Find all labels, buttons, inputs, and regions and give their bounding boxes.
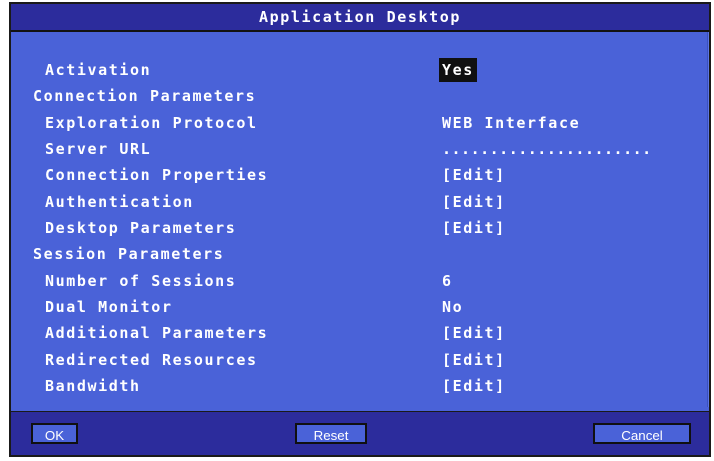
dual-monitor-label: Dual Monitor	[45, 298, 173, 316]
authentication-label: Authentication	[45, 193, 194, 211]
connection-parameters-heading: Connection Parameters	[33, 87, 257, 105]
bandwidth-row[interactable]: Bandwidth [Edit]	[11, 373, 709, 399]
session-parameters-section: Session Parameters	[11, 241, 709, 267]
dialog-title: Application Desktop	[11, 4, 709, 32]
cancel-button[interactable]: Cancel	[593, 423, 691, 444]
bandwidth-edit[interactable]: [Edit]	[442, 373, 506, 399]
connection-properties-label: Connection Properties	[45, 166, 269, 184]
additional-parameters-edit[interactable]: [Edit]	[442, 320, 506, 346]
activation-label: Activation	[45, 61, 152, 79]
desktop-parameters-edit[interactable]: [Edit]	[442, 215, 506, 241]
activation-row[interactable]: Activation Yes	[11, 57, 709, 83]
connection-parameters-section: Connection Parameters	[11, 83, 709, 109]
connection-properties-edit[interactable]: [Edit]	[442, 162, 506, 188]
number-of-sessions-label: Number of Sessions	[45, 272, 237, 290]
exploration-protocol-value[interactable]: WEB Interface	[442, 110, 580, 136]
session-parameters-heading: Session Parameters	[33, 245, 225, 263]
server-url-row[interactable]: Server URL ......................	[11, 136, 709, 162]
application-desktop-dialog: Application Desktop Activation Yes Conne…	[9, 2, 711, 457]
dual-monitor-value[interactable]: No	[442, 294, 463, 320]
exploration-protocol-row[interactable]: Exploration Protocol WEB Interface	[11, 110, 709, 136]
redirected-resources-label: Redirected Resources	[45, 351, 258, 369]
additional-parameters-label: Additional Parameters	[45, 324, 269, 342]
authentication-edit[interactable]: [Edit]	[442, 189, 506, 215]
desktop-parameters-label: Desktop Parameters	[45, 219, 237, 237]
server-url-label: Server URL	[45, 140, 152, 158]
activation-value[interactable]: Yes	[439, 58, 477, 82]
bandwidth-label: Bandwidth	[45, 377, 141, 395]
connection-properties-row[interactable]: Connection Properties [Edit]	[11, 162, 709, 188]
redirected-resources-edit[interactable]: [Edit]	[442, 347, 506, 373]
dual-monitor-row[interactable]: Dual Monitor No	[11, 294, 709, 320]
reset-button[interactable]: Reset	[295, 423, 367, 444]
server-url-field[interactable]: ......................	[442, 136, 652, 162]
redirected-resources-row[interactable]: Redirected Resources [Edit]	[11, 347, 709, 373]
exploration-protocol-label: Exploration Protocol	[45, 114, 258, 132]
authentication-row[interactable]: Authentication [Edit]	[11, 189, 709, 215]
desktop-parameters-row[interactable]: Desktop Parameters [Edit]	[11, 215, 709, 241]
additional-parameters-row[interactable]: Additional Parameters [Edit]	[11, 320, 709, 346]
button-bar: OK Reset Cancel	[11, 411, 709, 455]
number-of-sessions-row[interactable]: Number of Sessions 6	[11, 268, 709, 294]
number-of-sessions-value[interactable]: 6	[442, 268, 453, 294]
ok-button[interactable]: OK	[31, 423, 78, 444]
